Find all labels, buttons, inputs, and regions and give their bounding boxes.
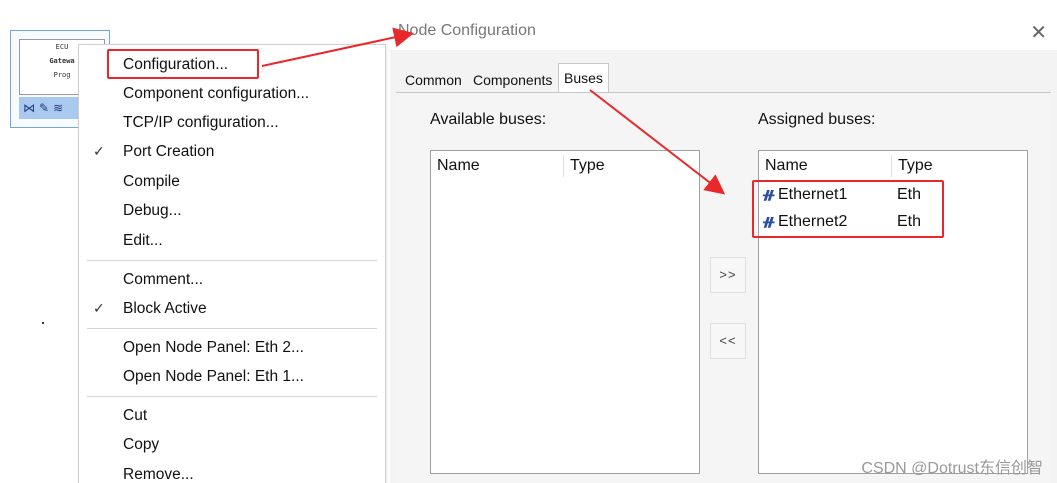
menu-item-label: Port Creation bbox=[123, 143, 215, 160]
list-header: Name Type bbox=[431, 151, 699, 181]
tab-label: Buses bbox=[564, 70, 603, 86]
menu-item-edit[interactable]: Edit... bbox=[79, 226, 385, 255]
menu-item-port-creation[interactable]: ✓ Port Creation bbox=[79, 137, 385, 166]
menu-item-debug[interactable]: Debug... bbox=[79, 196, 385, 225]
dialog-titlebar[interactable]: Node Configuration ✕ bbox=[390, 16, 1057, 50]
menu-item-label: Component configuration... bbox=[123, 85, 310, 102]
menu-item-label: Compile bbox=[123, 173, 180, 190]
menu-item-label: Edit... bbox=[123, 232, 163, 249]
tab-common[interactable]: Common bbox=[399, 67, 468, 93]
tab-buses[interactable]: Buses bbox=[558, 63, 609, 93]
menu-item-label: Open Node Panel: Eth 1... bbox=[123, 368, 304, 385]
annotation-highlight-configuration bbox=[107, 49, 259, 79]
menu-item-label: Block Active bbox=[123, 300, 207, 317]
menu-separator bbox=[87, 328, 377, 329]
checkmark-icon: ✓ bbox=[93, 143, 105, 159]
tab-label: Common bbox=[405, 72, 462, 88]
pencil-icon[interactable]: ✎ bbox=[39, 101, 49, 115]
menu-item-open-node-panel-eth1[interactable]: Open Node Panel: Eth 1... bbox=[79, 362, 385, 391]
menu-item-label: Cut bbox=[123, 407, 148, 424]
assigned-buses-label: Assigned buses: bbox=[758, 111, 876, 128]
menu-item-open-node-panel-eth2[interactable]: Open Node Panel: Eth 2... bbox=[79, 333, 385, 362]
tab-label: Components bbox=[473, 72, 553, 88]
layers-icon[interactable]: ≋ bbox=[53, 101, 63, 115]
menu-item-label: Copy bbox=[123, 436, 160, 453]
menu-item-label: Remove... bbox=[123, 466, 194, 483]
buses-panel: Available buses: Assigned buses: Name Ty… bbox=[396, 93, 1051, 483]
menu-item-label: Open Node Panel: Eth 2... bbox=[123, 339, 304, 356]
menu-separator bbox=[87, 396, 377, 397]
menu-item-label: TCP/IP configuration... bbox=[123, 114, 279, 131]
available-buses-list[interactable]: Name Type bbox=[430, 150, 700, 474]
menu-item-component-configuration[interactable]: Component configuration... bbox=[79, 79, 385, 108]
column-header-name[interactable]: Name bbox=[437, 151, 480, 181]
watermark: CSDN @Dotrust东信创智 bbox=[861, 460, 1043, 477]
add-bus-button[interactable]: >> bbox=[710, 257, 746, 293]
canvas-dot bbox=[42, 322, 44, 324]
menu-separator bbox=[87, 260, 377, 261]
network-icon[interactable]: ⋈ bbox=[23, 101, 35, 115]
list-header: Name Type bbox=[759, 151, 1027, 181]
node-configuration-dialog: Node Configuration ✕ Common Components B… bbox=[390, 16, 1057, 483]
available-buses-label: Available buses: bbox=[430, 111, 547, 128]
menu-item-cut[interactable]: Cut bbox=[79, 401, 385, 430]
column-header-type[interactable]: Type bbox=[570, 151, 605, 181]
menu-item-tcpip-configuration[interactable]: TCP/IP configuration... bbox=[79, 108, 385, 137]
column-separator[interactable] bbox=[563, 155, 564, 177]
column-separator[interactable] bbox=[891, 155, 892, 177]
menu-item-label: Debug... bbox=[123, 202, 182, 219]
menu-item-remove[interactable]: Remove... bbox=[79, 460, 385, 483]
menu-item-copy[interactable]: Copy bbox=[79, 430, 385, 459]
menu-item-comment[interactable]: Comment... bbox=[79, 265, 385, 294]
context-menu: Configuration... Component configuration… bbox=[78, 44, 386, 483]
annotation-highlight-assigned-buses bbox=[752, 180, 944, 238]
close-icon[interactable]: ✕ bbox=[1030, 20, 1047, 45]
checkmark-icon: ✓ bbox=[93, 300, 105, 316]
column-header-name[interactable]: Name bbox=[765, 151, 808, 181]
dialog-title: Node Configuration bbox=[398, 22, 536, 39]
tab-components[interactable]: Components bbox=[467, 67, 558, 93]
menu-item-label: Comment... bbox=[123, 271, 204, 288]
column-header-type[interactable]: Type bbox=[898, 151, 933, 181]
menu-item-block-active[interactable]: ✓ Block Active bbox=[79, 294, 385, 323]
remove-bus-button[interactable]: << bbox=[710, 323, 746, 359]
menu-item-compile[interactable]: Compile bbox=[79, 167, 385, 196]
